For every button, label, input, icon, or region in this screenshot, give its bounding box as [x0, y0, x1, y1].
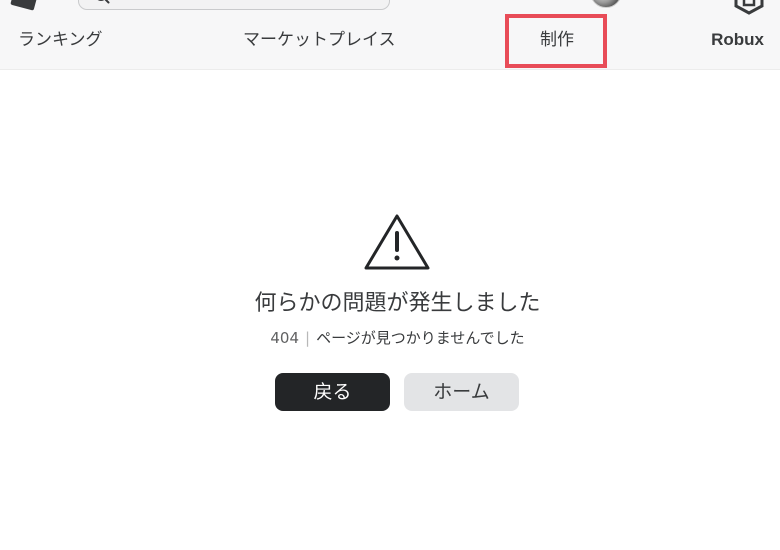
search-input[interactable] [78, 0, 390, 10]
home-button[interactable]: ホーム [404, 373, 519, 411]
nav-ranking[interactable]: ランキング [18, 28, 103, 52]
error-page: 何らかの問題が発生しました 404 | ページが見つかりませんでした 戻る ホーム [0, 69, 780, 550]
separator: | [305, 329, 311, 347]
error-description: ページが見つかりませんでした [316, 329, 525, 347]
warning-icon [364, 214, 430, 270]
error-title: 何らかの問題が発生しました [254, 291, 541, 316]
roblox-logo-icon[interactable] [10, 0, 40, 11]
error-code: 404 [270, 329, 300, 347]
back-button[interactable]: 戻る [275, 373, 390, 411]
robux-icon[interactable] [732, 0, 766, 15]
top-navigation-bar: ランキング マーケットプレイス 制作 Robux [0, 0, 780, 70]
search-icon [97, 0, 110, 4]
error-message-row: 404 | ページが見つかりませんでした [0, 327, 780, 349]
avatar-icon[interactable] [590, 0, 622, 8]
nav-robux[interactable]: Robux [711, 28, 764, 52]
nav-create[interactable]: 制作 [540, 28, 574, 52]
nav-marketplace[interactable]: マーケットプレイス [243, 28, 396, 52]
